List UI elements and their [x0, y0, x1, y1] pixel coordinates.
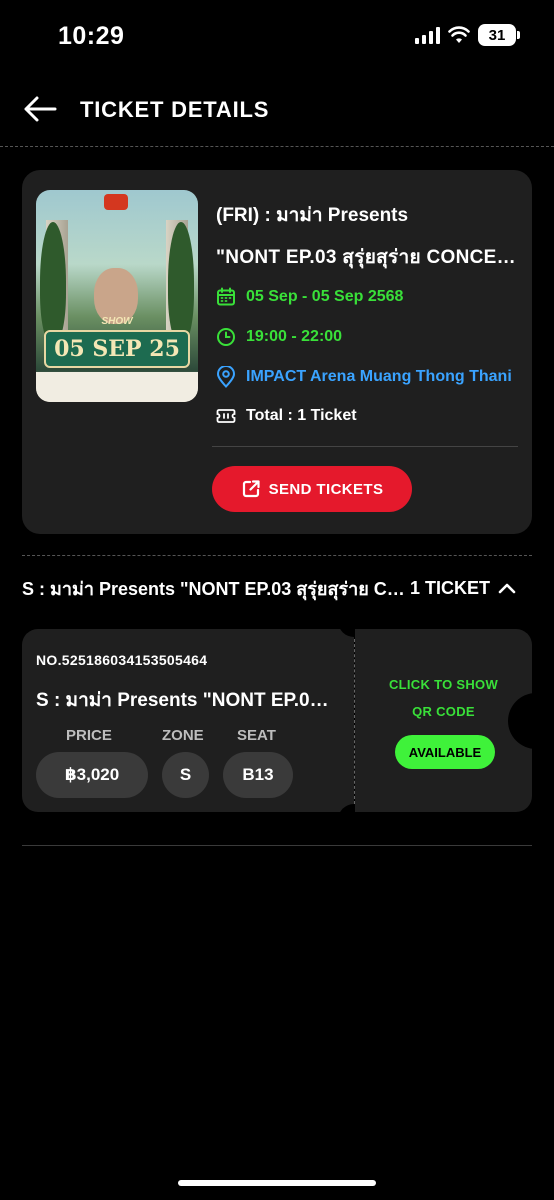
event-date-row: 05 Sep - 05 Sep 2568	[216, 285, 522, 309]
event-total-row: Total : 1 Ticket	[216, 404, 522, 428]
event-time-row: 19:00 - 22:00	[216, 325, 522, 349]
event-venue-row[interactable]: IMPACT Arena Muang Thong Thani	[216, 365, 522, 389]
ticket-section-toggle[interactable]: S : มาม่า Presents "NONT EP.03 สุรุ่ยสุร…	[22, 574, 532, 602]
status-bar: 10:29 31	[0, 0, 554, 74]
calendar-icon	[217, 287, 235, 306]
poster-logo	[104, 194, 128, 210]
poster-show-date: 05 SEP 25	[44, 330, 190, 368]
event-title-line2: "NONT EP.03 สุรุ่ยสุร่าย CONCERT"	[216, 247, 520, 268]
price-value: ฿3,020	[36, 752, 148, 798]
page-title: TICKET DETAILS	[80, 97, 270, 122]
section-ticket-count: 1 TICKET	[410, 577, 491, 598]
qr-text-line2: QR CODE	[412, 704, 475, 719]
event-title-line1: (FRI) : มาม่า Presents	[216, 205, 409, 226]
send-tickets-button[interactable]: SEND TICKETS	[212, 466, 412, 512]
wifi-icon	[448, 26, 470, 43]
external-link-icon	[242, 480, 260, 498]
header: TICKET DETAILS	[0, 88, 554, 134]
status-time: 10:29	[58, 22, 125, 50]
ticket-number: NO.525186034153505464	[36, 652, 208, 668]
ticket-card: NO.525186034153505464 S : มาม่า Presents…	[22, 629, 354, 812]
event-time: 19:00 - 22:00	[246, 328, 343, 345]
seat-label: SEAT	[237, 727, 276, 744]
event-card: SHOW 05 SEP 25 (FRI) : มาม่า Presents "N…	[22, 170, 532, 534]
cellular-signal-icon	[415, 26, 440, 44]
chevron-up-icon	[498, 583, 516, 594]
battery-icon: 31	[478, 24, 520, 46]
back-arrow-icon	[24, 96, 57, 122]
seat-value: B13	[223, 752, 293, 798]
ticket-status-badge: AVAILABLE	[395, 735, 495, 769]
home-indicator[interactable]	[178, 1180, 376, 1186]
poster-show-label: SHOW	[101, 316, 133, 327]
header-divider	[0, 146, 554, 147]
clock-icon	[217, 328, 235, 346]
zone-label: ZONE	[162, 727, 204, 744]
status-icons: 31	[415, 24, 520, 46]
section-divider	[22, 555, 532, 556]
ticket-icon	[216, 409, 236, 423]
event-date: 05 Sep - 05 Sep 2568	[246, 288, 404, 305]
back-button[interactable]	[22, 94, 58, 124]
poster-footer	[36, 372, 198, 402]
show-qr-code-button[interactable]: CLICK TO SHOW QR CODE AVAILABLE	[355, 629, 532, 812]
zone-value: S	[162, 752, 209, 798]
send-tickets-label: SEND TICKETS	[268, 480, 384, 498]
ticket-title: S : มาม่า Presents "NONT EP.03 สุรุ่ยสุร…	[36, 690, 336, 711]
bottom-divider	[22, 845, 532, 846]
qr-text-line1: CLICK TO SHOW	[388, 677, 499, 692]
event-venue: IMPACT Arena Muang Thong Thani	[246, 368, 512, 385]
event-total: Total : 1 Ticket	[246, 407, 357, 424]
event-poster[interactable]: SHOW 05 SEP 25	[36, 190, 198, 402]
location-pin-icon	[216, 366, 236, 388]
section-title: S : มาม่า Presents "NONT EP.03 สุรุ่ยสุร…	[22, 578, 408, 599]
price-label: PRICE	[66, 727, 112, 744]
event-card-divider	[212, 446, 518, 447]
